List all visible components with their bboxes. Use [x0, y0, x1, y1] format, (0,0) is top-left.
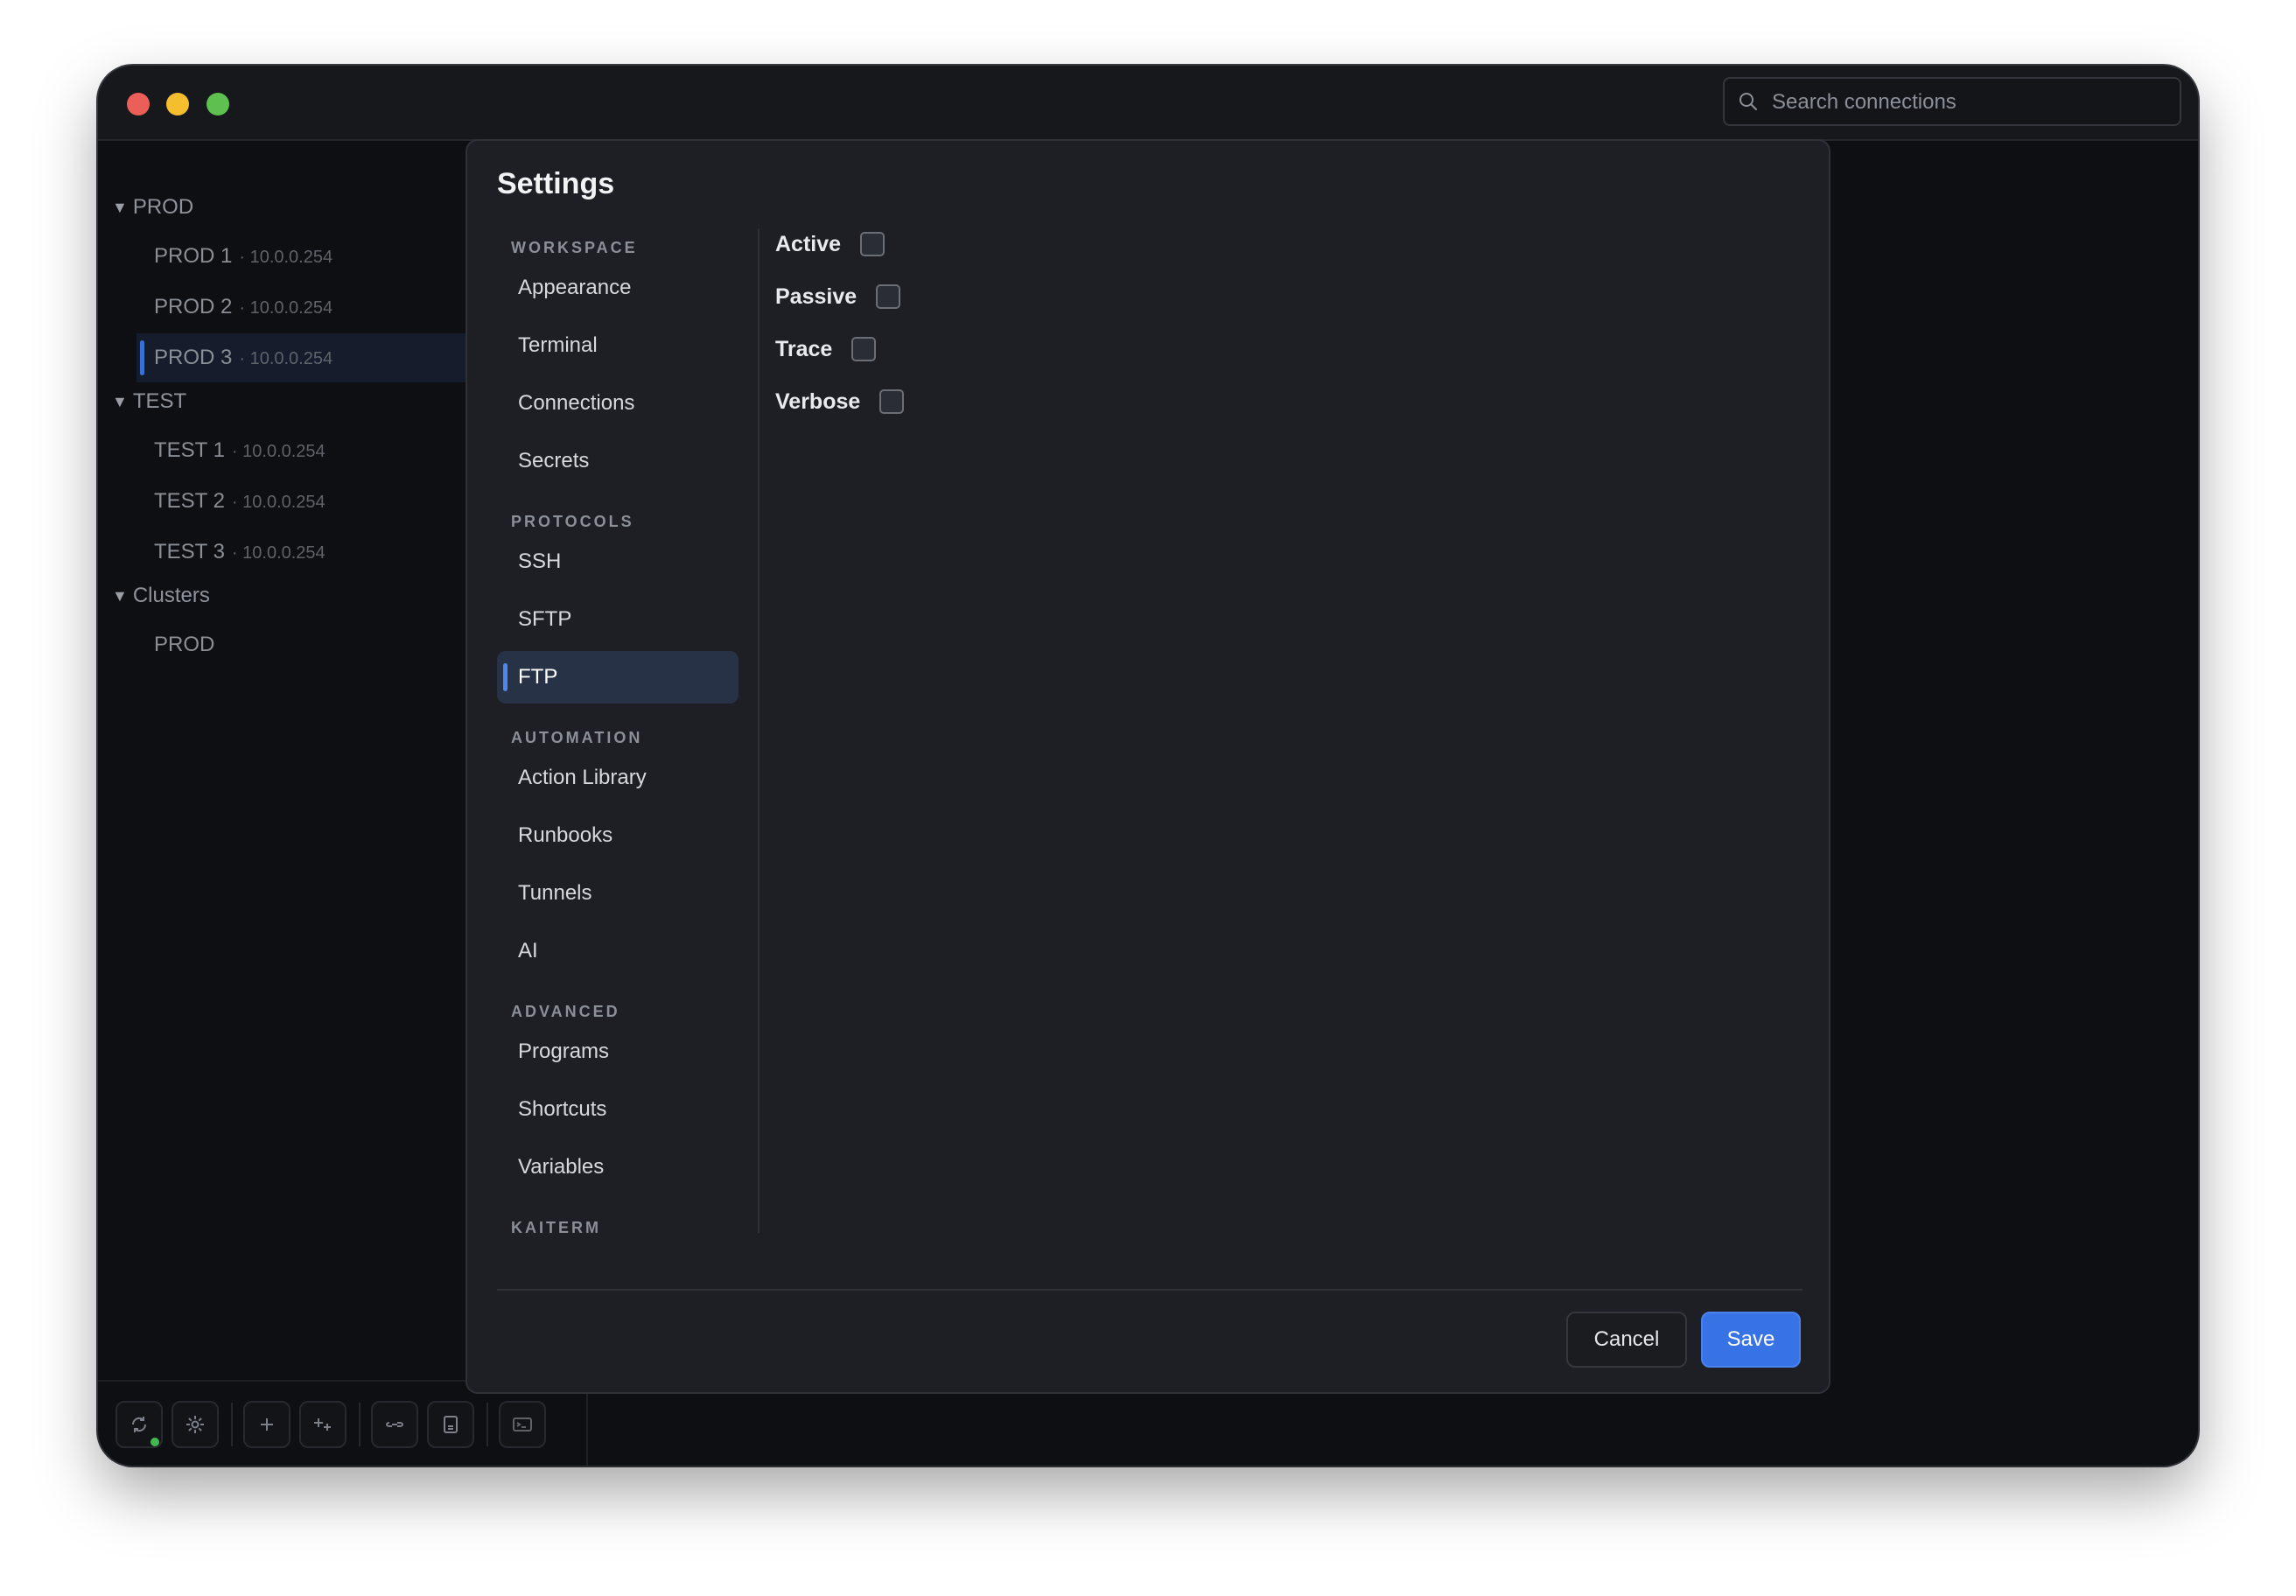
add-multiple-icon	[314, 1418, 331, 1431]
option-verbose: Verbose	[775, 384, 905, 419]
nav-item-sftp[interactable]: SFTP	[497, 593, 738, 646]
toolbar-divider	[231, 1403, 233, 1446]
trace-checkbox[interactable]	[851, 337, 877, 361]
nav-item-terminal[interactable]: Terminal	[497, 319, 738, 372]
connection-item-selected[interactable]: PROD 3 · 10.0.0.254	[136, 333, 466, 382]
footer-divider	[497, 1289, 1802, 1291]
sync-button[interactable]	[116, 1401, 163, 1448]
toolbar-divider	[486, 1403, 488, 1446]
plus-icon	[261, 1418, 273, 1431]
nav-item-ai[interactable]: AI	[497, 925, 738, 977]
connection-address: · 10.0.0.254	[231, 442, 326, 461]
nav-section-heading: PROTOCOLS	[511, 513, 634, 530]
connection-address: · 10.0.0.254	[239, 298, 333, 318]
gear-icon	[186, 1416, 204, 1433]
connection-address: · 10.0.0.254	[231, 543, 326, 563]
document-icon	[444, 1416, 458, 1433]
connection-name: PROD 3	[154, 346, 233, 369]
connection-name: TEST 3	[154, 540, 225, 564]
connection-address: · 10.0.0.254	[231, 493, 326, 512]
group-header-test[interactable]: ▼ TEST	[112, 384, 186, 419]
group-label: PROD	[132, 195, 194, 219]
connection-item[interactable]: PROD 2 · 10.0.0.254	[98, 283, 466, 332]
nav-section-heading: KAITERM	[511, 1219, 601, 1236]
cancel-button[interactable]: Cancel	[1566, 1312, 1687, 1368]
save-button[interactable]: Save	[1701, 1312, 1801, 1368]
triangle-down-icon: ▼	[112, 199, 128, 216]
option-label: Trace	[775, 336, 833, 361]
terminal-button[interactable]	[499, 1401, 546, 1448]
nav-section-heading: ADVANCED	[511, 1003, 620, 1020]
zoom-window-button[interactable]	[206, 93, 229, 116]
nav-section-heading: WORKSPACE	[511, 239, 638, 256]
connection-item[interactable]: PROD 1 · 10.0.0.254	[98, 232, 466, 281]
settings-button[interactable]	[172, 1401, 219, 1448]
link-icon	[385, 1422, 404, 1427]
connection-name: PROD 2	[154, 295, 233, 318]
group-header-prod[interactable]: ▼ PROD	[112, 190, 193, 225]
search-input[interactable]	[1770, 79, 2167, 126]
nav-item-secrets[interactable]: Secrets	[497, 435, 738, 487]
search-box[interactable]	[1723, 77, 2181, 126]
sync-icon	[131, 1417, 147, 1432]
terminal-icon	[513, 1418, 532, 1432]
close-window-button[interactable]	[127, 93, 150, 116]
triangle-down-icon: ▼	[112, 587, 128, 605]
nav-item-ftp[interactable]: FTP	[497, 651, 738, 704]
nav-divider	[758, 228, 760, 1233]
toolbar-divider	[359, 1403, 360, 1446]
group-label: TEST	[132, 389, 187, 413]
document-button[interactable]	[427, 1401, 474, 1448]
nav-item-tunnels[interactable]: Tunnels	[497, 867, 738, 920]
group-label: Clusters	[132, 584, 210, 607]
nav-item-appearance[interactable]: Appearance	[497, 262, 738, 314]
active-checkbox[interactable]	[860, 232, 886, 256]
connection-name: TEST 1	[154, 438, 225, 462]
link-button[interactable]	[371, 1401, 418, 1448]
option-passive: Passive	[775, 279, 901, 314]
minimize-window-button[interactable]	[166, 93, 189, 116]
nav-item-ssh[interactable]: SSH	[497, 536, 738, 588]
add-multiple-button[interactable]	[299, 1401, 346, 1448]
dialog-title: Settings	[497, 167, 615, 200]
nav-item-action-library[interactable]: Action Library	[497, 752, 738, 804]
option-label: Active	[775, 231, 842, 256]
option-label: Verbose	[775, 388, 861, 414]
nav-section-heading: AUTOMATION	[511, 729, 643, 746]
connection-name: PROD 1	[154, 244, 233, 268]
title-bar	[98, 66, 2198, 141]
connection-name: TEST 2	[154, 489, 225, 513]
nav-item-variables[interactable]: Variables	[497, 1141, 738, 1194]
group-header-clusters[interactable]: ▼ Clusters	[112, 578, 210, 613]
option-trace: Trace	[775, 332, 877, 367]
nav-item-runbooks[interactable]: Runbooks	[497, 809, 738, 862]
passive-checkbox[interactable]	[876, 284, 901, 309]
nav-item-programs[interactable]: Programs	[497, 1026, 738, 1078]
nav-item-connections[interactable]: Connections	[497, 377, 738, 430]
status-indicator	[150, 1438, 159, 1446]
verbose-checkbox[interactable]	[879, 389, 905, 414]
connection-address: · 10.0.0.254	[239, 248, 333, 267]
triangle-down-icon: ▼	[112, 393, 128, 410]
settings-dialog: Settings WORKSPACE Appearance Terminal C…	[466, 139, 1830, 1394]
option-label: Passive	[775, 284, 858, 309]
connection-item[interactable]: TEST 2 · 10.0.0.254	[98, 477, 466, 526]
option-active: Active	[775, 227, 886, 262]
nav-item-shortcuts[interactable]: Shortcuts	[497, 1083, 738, 1136]
connection-item[interactable]: TEST 1 · 10.0.0.254	[98, 426, 466, 475]
connection-address: · 10.0.0.254	[239, 349, 333, 368]
connection-name: PROD	[154, 633, 215, 656]
search-icon	[1740, 93, 1757, 110]
add-connection-button[interactable]	[243, 1401, 290, 1448]
connection-sidebar: ▼ PROD PROD 1 · 10.0.0.254 PROD 2 · 10.0.0…	[98, 141, 466, 1466]
app-window: ▼ PROD PROD 1 · 10.0.0.254 PROD 2 · 10.0.0…	[98, 66, 2198, 1466]
connection-item[interactable]: PROD	[98, 620, 466, 669]
connection-item[interactable]: TEST 3 · 10.0.0.254	[98, 528, 466, 577]
